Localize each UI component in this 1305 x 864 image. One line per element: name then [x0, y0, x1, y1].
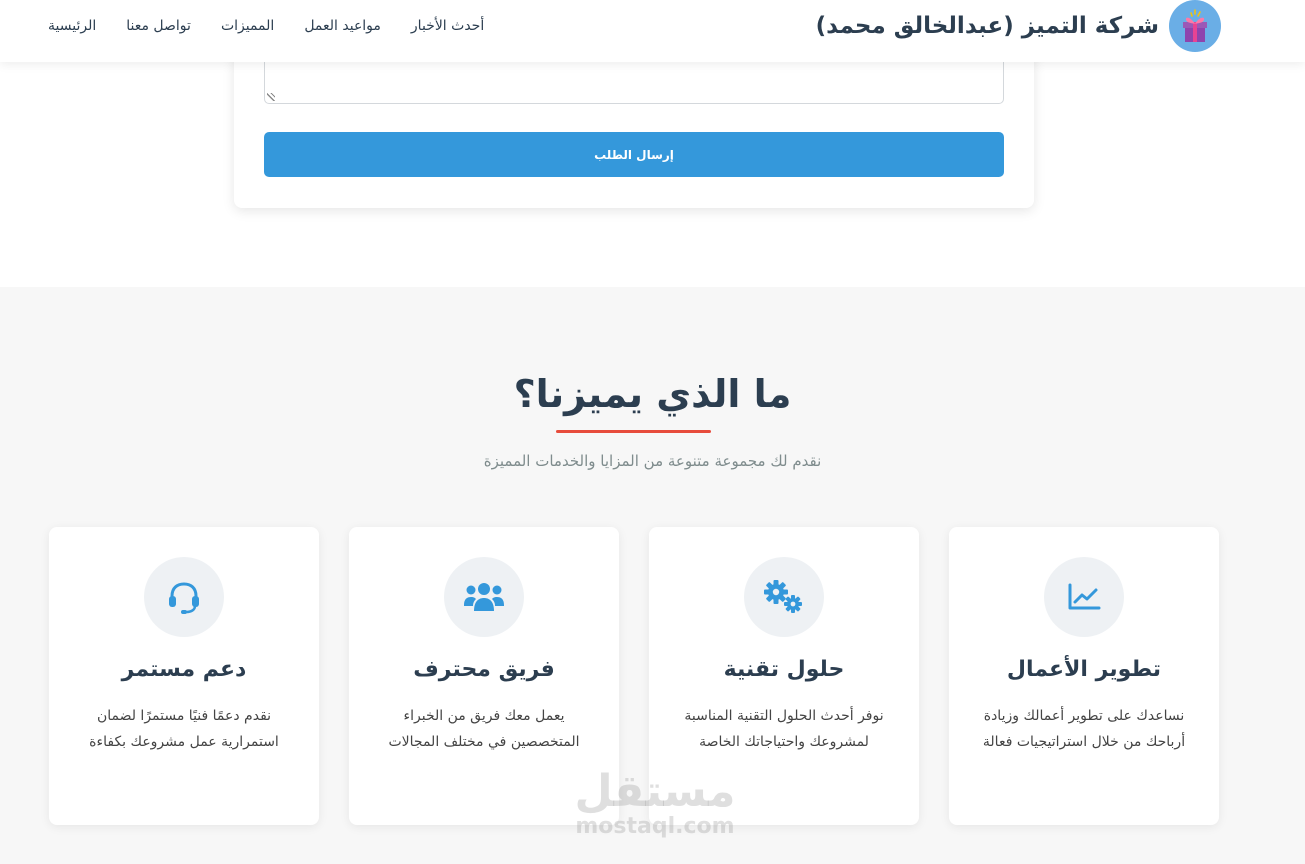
card-description: نساعدك على تطوير أعمالك وزيادة أرباحك من…	[982, 708, 1186, 750]
card-title: دعم مستمر	[121, 657, 247, 682]
card-description: يعمل معك فريق من الخبراء المتخصصين في مخ…	[388, 708, 580, 750]
nav-link-home[interactable]: الرئيسية	[48, 18, 96, 34]
nav-link-features[interactable]: المميزات	[221, 18, 274, 34]
chart-line-icon	[1044, 557, 1124, 637]
feature-card-business: تطوير الأعمال نساعدك على تطوير أعمالك وز…	[949, 527, 1219, 825]
card-description: نوفر أحدث الحلول التقنية المناسبة لمشروع…	[684, 708, 884, 750]
title-underline	[556, 430, 711, 433]
card-title: فريق محترف	[413, 657, 555, 682]
gift-box-logo-icon	[1169, 0, 1221, 52]
card-description: نقدم دعمًا فنيًا مستمرًا لضمان استمرارية…	[89, 708, 279, 750]
nav-link-hours[interactable]: مواعيد العمل	[304, 18, 381, 34]
cogs-icon	[744, 557, 824, 637]
resize-grip-icon[interactable]	[267, 93, 275, 101]
card-title: تطوير الأعمال	[1006, 657, 1162, 682]
section-subtitle: نقدم لك مجموعة متنوعة من المزايا والخدما…	[483, 452, 822, 470]
users-icon	[444, 557, 524, 637]
brand[interactable]: شركة التميز (عبدالخالق محمد)	[816, 0, 1221, 52]
main-nav: الرئيسية تواصل معنا المميزات مواعيد العم…	[48, 0, 484, 52]
submit-request-button[interactable]: إرسال الطلب	[264, 132, 1004, 177]
section-title: ما الذي يميزنا؟	[513, 372, 792, 416]
nav-link-news[interactable]: أحدث الأخبار	[411, 18, 484, 34]
feature-card-team: فريق محترف يعمل معك فريق من الخبراء المت…	[349, 527, 619, 825]
page: ما الذي يميزنا؟ نقدم لك مجموعة متنوعة من…	[0, 0, 1305, 864]
feature-card-support: دعم مستمر نقدم دعمًا فنيًا مستمرًا لضمان…	[49, 527, 319, 825]
feature-card-tech: حلول تقنية نوفر أحدث الحلول التقنية المن…	[649, 527, 919, 825]
features-section: ما الذي يميزنا؟ نقدم لك مجموعة متنوعة من…	[0, 287, 1305, 864]
card-title: حلول تقنية	[723, 657, 845, 682]
site-header: شركة التميز (عبدالخالق محمد) الرئيسية تو…	[0, 0, 1305, 62]
nav-link-contact[interactable]: تواصل معنا	[126, 18, 191, 34]
brand-name: شركة التميز (عبدالخالق محمد)	[815, 13, 1159, 39]
headset-icon	[144, 557, 224, 637]
